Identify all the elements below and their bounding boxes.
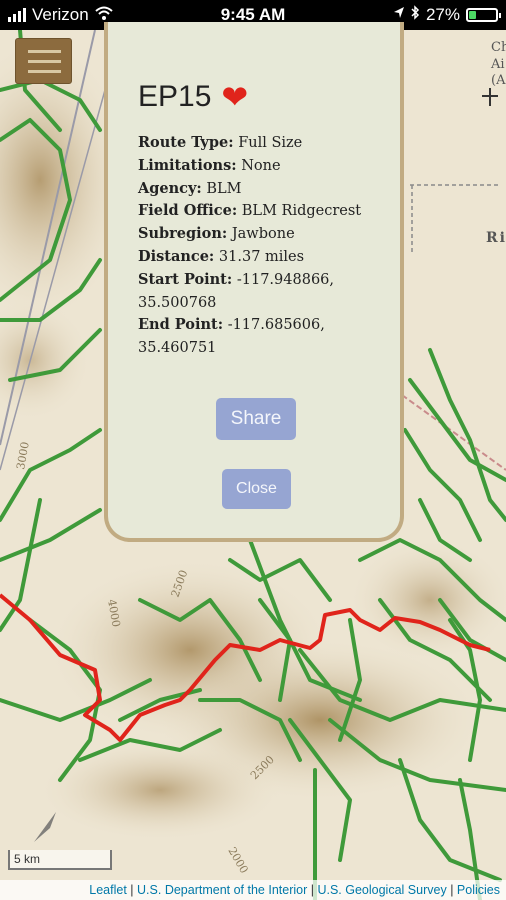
detail-end-point: End Point: -117.685606, 35.460751 [138,316,325,357]
map-attribution: Leaflet | U.S. Department of the Interio… [0,880,506,900]
detail-start-point: Start Point: -117.948866, 35.500768 [138,270,335,311]
detail-distance: Distance: 31.37 miles [138,247,305,265]
heart-icon[interactable]: ❤ [221,81,248,113]
policies-link[interactable]: Policies [457,883,500,897]
map-label-airfield-code: (A [491,73,506,88]
detail-route-type: Route Type: Full Size [138,134,303,151]
share-button[interactable]: Share [216,398,296,440]
detail-agency: Agency: BLM [138,179,242,197]
usgs-link[interactable]: U.S. Geological Survey [317,883,446,897]
route-details: Route Type: Full Size Limitations: None … [138,132,400,360]
attribution-separator: | [310,883,314,897]
detail-subregion: Subregion: Jawbone [138,225,295,243]
detail-limitations: Limitations: None [138,156,281,174]
map-label-ridgecrest: Ri [486,230,506,246]
route-details-popup: EP15 ❤ Route Type: Full Size Limitations… [104,22,404,542]
map-scale: 5 km [8,850,112,870]
leaflet-link[interactable]: Leaflet [89,883,127,897]
status-right: 27% [393,5,501,25]
close-button[interactable]: Close [222,469,291,509]
map-label-china-lake: Ch [491,40,506,55]
route-name: EP15 [138,80,212,113]
attribution-separator: | [450,883,454,897]
battery-percent: 27% [425,5,460,24]
battery-icon [466,8,501,22]
doi-link[interactable]: U.S. Department of the Interior [137,883,307,897]
route-title: EP15 ❤ [138,80,248,114]
attribution-separator: | [130,883,134,897]
hamburger-menu-icon[interactable] [15,38,72,84]
bluetooth-icon [411,5,420,25]
detail-field-office: Field Office: BLM Ridgecrest [138,202,362,220]
map-label-airfield: Ai [491,57,505,72]
north-arrow-icon [34,812,56,842]
